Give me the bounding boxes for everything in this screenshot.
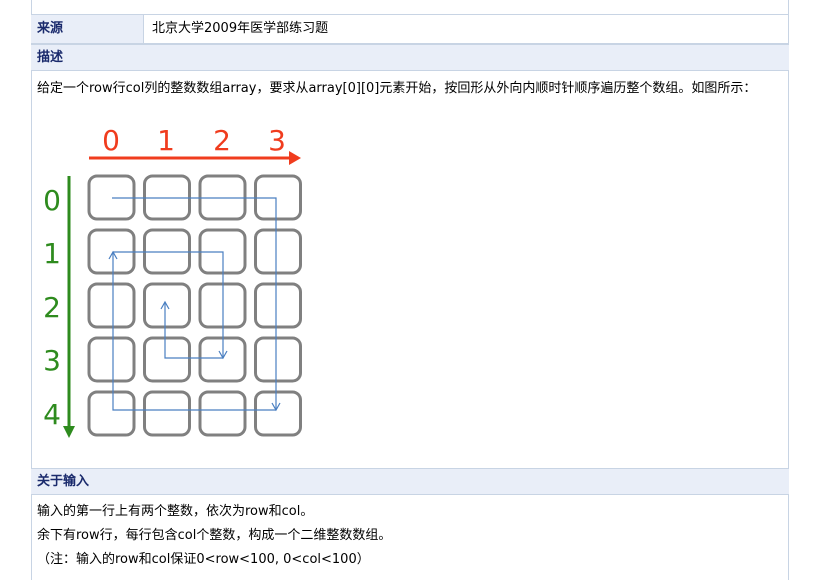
grid-cell	[198, 390, 247, 437]
row-label-4: 4	[43, 398, 61, 431]
grid-cells	[87, 174, 302, 437]
grid-cell	[143, 390, 191, 437]
source-label: 来源	[31, 15, 144, 43]
input-line: 输入的第一行上有两个整数，依次为row和col。	[37, 504, 314, 519]
grid-cell	[254, 336, 302, 383]
row-arrow-head	[63, 426, 75, 438]
grid-cell	[254, 228, 302, 275]
grid-cell	[143, 336, 191, 383]
description-text: 给定一个row行col列的整数数组array，要求从array[0][0]元素开…	[37, 81, 757, 96]
col-label-0: 0	[102, 124, 120, 157]
input-description: 输入的第一行上有两个整数，依次为row和col。 余下有row行，每行包含col…	[37, 500, 782, 572]
input-line: 余下有row行，每行包含col个整数，构成一个二维整数数组。	[37, 528, 392, 543]
col-label-1: 1	[157, 124, 175, 157]
col-label-3: 3	[268, 124, 286, 157]
source-row: 来源 北京大学2009年医学部练习题	[31, 14, 789, 44]
input-line: （注：输入的row和col保证0<row<100, 0<col<100）	[37, 552, 370, 567]
col-label-2: 2	[213, 124, 231, 157]
grid-cell	[87, 282, 136, 329]
grid-cell	[87, 390, 136, 437]
row-label-1: 1	[43, 237, 61, 270]
grid-cell	[254, 282, 302, 329]
col-arrow-head	[289, 151, 301, 165]
spiral-segment	[112, 197, 277, 410]
row-label-2: 2	[43, 291, 61, 324]
spiral-figure: 0 1 2 3 0 1 2 3 4	[37, 118, 327, 448]
grid-cell	[87, 336, 136, 383]
row-label-0: 0	[43, 184, 61, 217]
input-heading: 关于输入	[31, 468, 789, 495]
grid-cell	[254, 390, 302, 437]
row-label-3: 3	[43, 344, 61, 377]
spiral-diagram: 0 1 2 3 0 1 2 3 4	[43, 124, 302, 438]
spiral-segment	[112, 252, 276, 411]
source-value: 北京大学2009年医学部练习题	[152, 21, 329, 36]
description-heading: 描述	[31, 44, 789, 71]
